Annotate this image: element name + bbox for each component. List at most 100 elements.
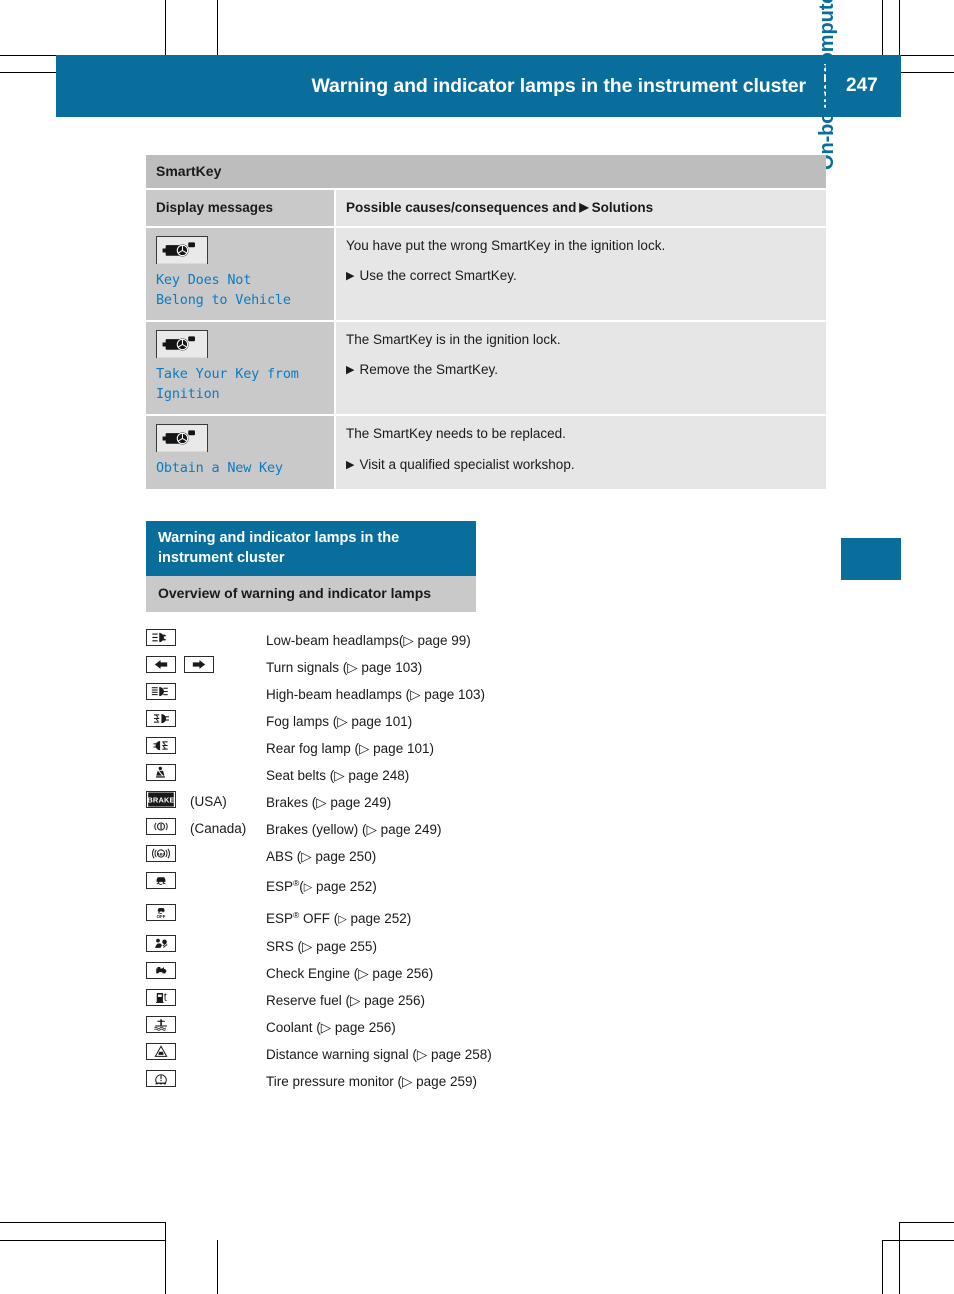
crop-mark-top-left-v1 [165,0,166,58]
cause-solution-cell: The SmartKey needs to be replaced. ▶ Visi… [336,416,826,489]
solution-line: ▶ Remove the SmartKey. [346,360,814,380]
table-row: Take Your Key from Ignition The SmartKey… [146,322,826,415]
column-header-solutions-text: Solutions [591,200,654,215]
crop-mark-bottom-left-v2 [217,1240,218,1294]
list-item: Check Engine (▷ page 256) [146,961,506,986]
reserve-fuel-icon [146,989,176,1006]
section-heading-blue: Warning and indicator lamps in the instr… [146,521,476,578]
abs-icon: ABS [146,845,176,862]
cause-solution-cell: The SmartKey is in the ignition lock. ▶ R… [336,322,826,415]
display-message-text: Obtain a New Key [156,460,283,477]
crop-mark-top-right-h1 [899,55,954,56]
lamp-label: High-beam headlamps (▷ page 103) [266,687,486,702]
list-item: (Canada) Brakes (yellow) (▷ page 249) [146,817,506,842]
crop-mark-top-right-h2 [899,72,954,73]
list-item: Distance warning signal (▷ page 258) [146,1042,506,1067]
chapter-tab-label: On-board computer and displays [816,0,838,170]
table-row: Key Does Not Belong to Vehicle You have … [146,228,826,321]
cause-text: The SmartKey is in the ignition lock. [346,332,561,348]
crop-mark-bottom-right-h2 [882,1240,954,1241]
solution-text: Use the correct SmartKey. [359,268,517,284]
srs-airbag-icon [146,935,176,952]
check-engine-icon [146,962,176,979]
crop-mark-bottom-left-h1 [0,1222,166,1223]
solution-line: ▶ Use the correct SmartKey. [346,266,814,286]
lamp-label: Check Engine (▷ page 256) [266,966,434,981]
coolant-icon [146,1016,176,1033]
lamp-region-label: (USA) [190,794,227,809]
crop-mark-bottom-right-v1 [899,1222,900,1294]
lamp-label: Brakes (▷ page 249) [266,795,392,810]
lamp-label: ESP®(▷ page 252) [266,878,377,894]
display-message-text: Key Does Not Belong to Vehicle [156,272,291,308]
list-item: ESP®(▷ page 252) [146,871,506,901]
cause-text: The SmartKey needs to be replaced. [346,426,566,442]
rear-fog-lamp-icon [146,737,176,754]
display-message-cell: Take Your Key from Ignition [146,322,334,415]
lamp-icon-group [146,1042,254,1060]
tire-pressure-monitor-icon [146,1070,176,1087]
cause-text: You have put the wrong SmartKey in the i… [346,238,666,253]
lamp-icon-group: (Canada) [146,817,254,840]
smartkey-table-header-row: Display messages Possible causes/consequ… [146,190,826,226]
lamp-label: Seat belts (▷ page 248) [266,768,410,783]
turn-signal-left-icon [146,656,176,673]
lamp-icon-group: ABS [146,844,254,862]
lamp-icon-group [146,988,254,1006]
lamp-icon-group [146,628,254,646]
column-header-causes-solutions: Possible causes/consequences and ▶ Solutio… [336,190,826,226]
fog-lamp-icon [146,710,176,727]
lamp-icon-group [146,934,254,952]
section-heading-gray: Overview of warning and indicator lamps [146,576,476,612]
solution-triangle-icon: ▶ [346,364,355,377]
lamp-icon-group [146,655,254,673]
display-message-cell: Key Does Not Belong to Vehicle [146,228,334,321]
column-header-display-messages: Display messages [146,190,334,226]
turn-signal-right-icon [184,656,214,673]
esp-icon [146,872,176,889]
lamp-label: Rear fog lamp (▷ page 101) [266,741,434,756]
list-item: Seat belts (▷ page 248) [146,763,506,788]
smartkey-fob-icon [156,424,208,453]
page-ref-icon: ▷ [338,913,347,925]
list-item: Fog lamps (▷ page 101) [146,709,506,734]
lamp-icon-group [146,961,254,979]
lamp-icon-group: BRAKE (USA) [146,790,254,813]
crop-mark-bottom-right-v2 [882,1240,883,1294]
svg-text:ABS: ABS [157,852,165,856]
lamp-icon-group [146,736,254,754]
registered-mark: ® [293,878,300,888]
column-header-causes-text: Possible causes/consequences and [346,200,577,215]
smartkey-table-title: SmartKey [146,155,826,188]
brake-usa-icon: BRAKE [146,791,176,808]
page-header: Warning and indicator lamps in the instr… [56,55,901,117]
lamp-icon-group [146,1015,254,1033]
crop-mark-bottom-right-h1 [899,1222,954,1223]
list-item: ABS ABS (▷ page 250) [146,844,506,869]
list-item: OFF ESP® OFF (▷ page 252) [146,903,506,933]
lamp-label: Tire pressure monitor (▷ page 259) [266,1074,477,1089]
table-row: Obtain a New Key The SmartKey needs to b… [146,416,826,489]
smartkey-fob-icon [156,236,208,264]
lamp-label: Low-beam headlamps(▷ page 99) [266,633,471,648]
distance-warning-icon [146,1043,176,1060]
solutions-triangle-icon: ▶ [579,200,589,214]
list-item: SRS (▷ page 255) [146,934,506,959]
lamp-icon-group [146,709,254,727]
list-item: Rear fog lamp (▷ page 101) [146,736,506,761]
registered-mark: ® [293,909,300,920]
low-beam-headlamp-icon [146,629,176,646]
high-beam-headlamp-icon [146,683,176,700]
svg-text:BRAKE: BRAKE [147,796,174,805]
chapter-tab-marker [841,538,901,580]
svg-text:OFF: OFF [157,914,166,919]
lamp-icon-group [146,871,254,889]
lamp-label: Coolant (▷ page 256) [266,1020,396,1035]
lamp-label: Distance warning signal (▷ page 258) [266,1047,492,1062]
crop-mark-top-left-v2 [217,0,218,55]
list-item: Reserve fuel (▷ page 256) [146,988,506,1013]
lamp-label: SRS (▷ page 255) [266,939,377,954]
crop-mark-top-right-v1 [882,0,883,55]
lamp-icon-group [146,1069,254,1087]
solution-triangle-icon: ▶ [346,458,355,471]
